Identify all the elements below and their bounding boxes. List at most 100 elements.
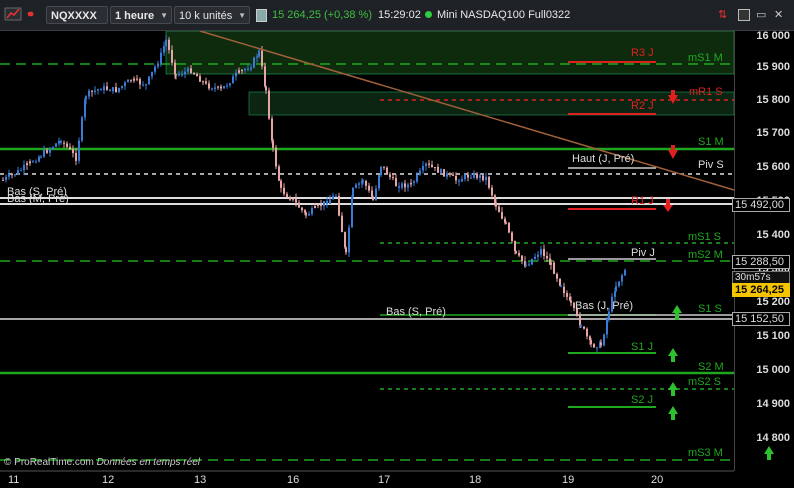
candle-body bbox=[171, 49, 173, 63]
candle-body bbox=[85, 96, 87, 100]
app-menu-icon[interactable] bbox=[4, 6, 24, 24]
candle-body bbox=[154, 66, 156, 72]
price-change: 15 264,25 (+0,38 %) bbox=[272, 9, 372, 21]
candle-body bbox=[559, 278, 561, 286]
candle-body bbox=[380, 166, 382, 176]
candle-body bbox=[127, 79, 129, 83]
candle-body bbox=[464, 174, 466, 179]
candle-body bbox=[335, 195, 337, 197]
close-icon[interactable]: ✕ bbox=[774, 6, 788, 24]
candle-body bbox=[606, 318, 608, 335]
candle-body bbox=[452, 174, 454, 176]
candle-body bbox=[258, 50, 260, 57]
candle-body bbox=[583, 326, 585, 329]
candle-body bbox=[378, 175, 380, 189]
candle-body bbox=[596, 347, 598, 349]
candle-body bbox=[178, 74, 180, 76]
candle-body bbox=[130, 79, 132, 81]
candle-body bbox=[88, 90, 90, 97]
candle-body bbox=[570, 300, 572, 303]
candle-body bbox=[121, 85, 123, 88]
clock-time: 15:29:02 bbox=[378, 9, 421, 21]
timeframe-selector[interactable]: 1 heure ▼ bbox=[110, 6, 172, 24]
chevron-down-icon: ▼ bbox=[160, 11, 168, 20]
candle-body bbox=[52, 146, 54, 149]
candle-body bbox=[386, 167, 388, 175]
green-arrow-icon bbox=[764, 446, 774, 460]
candle-body bbox=[428, 163, 430, 165]
candle-body bbox=[32, 161, 34, 163]
candle-body bbox=[383, 166, 385, 168]
settings-icon[interactable] bbox=[738, 6, 752, 24]
candle-body bbox=[214, 87, 216, 89]
level-label: R1 J bbox=[631, 195, 654, 207]
candle-body bbox=[624, 270, 626, 276]
level-label: Bas (J, Pré) bbox=[575, 300, 634, 312]
candle-body bbox=[220, 86, 222, 89]
candle-body bbox=[272, 140, 274, 148]
candle-body bbox=[261, 50, 263, 67]
candle-body bbox=[148, 76, 150, 85]
candle-body bbox=[250, 67, 252, 70]
level-label: mS1 M bbox=[688, 52, 723, 64]
candle-body bbox=[63, 142, 65, 144]
candle-body bbox=[157, 63, 159, 67]
symbol-label: NQXXXX bbox=[51, 10, 97, 22]
candle-body bbox=[413, 181, 415, 184]
candle-body bbox=[217, 86, 219, 88]
x-tick-label: 13 bbox=[194, 474, 207, 486]
candle-body bbox=[389, 174, 391, 177]
level-label: mR1 S bbox=[689, 86, 723, 98]
candle-body bbox=[621, 275, 623, 282]
price-chart[interactable] bbox=[0, 31, 794, 488]
link-icon[interactable]: ⚭ bbox=[26, 6, 44, 24]
level-label: mS2 M bbox=[688, 249, 723, 261]
candle-body bbox=[401, 183, 403, 188]
candle-body bbox=[593, 344, 595, 348]
current-price-box: 15 264,25 bbox=[732, 283, 790, 297]
y-tick-label: 15 100 bbox=[756, 330, 790, 342]
candle-body bbox=[283, 187, 285, 195]
candle-body bbox=[11, 174, 13, 176]
candle-body bbox=[46, 150, 48, 153]
axis-separator bbox=[734, 31, 735, 471]
candle-body bbox=[511, 232, 513, 242]
units-label: 10 k unités bbox=[179, 10, 233, 22]
candle-body bbox=[94, 90, 96, 92]
candle-body bbox=[238, 70, 240, 73]
candle-body bbox=[43, 150, 45, 157]
level-label: S2 M bbox=[698, 361, 724, 373]
level-label: Bas (M, Pré) bbox=[7, 193, 69, 205]
green-arrow-icon bbox=[668, 406, 678, 420]
symbol-selector[interactable]: NQXXXX bbox=[46, 6, 108, 24]
candle-body bbox=[292, 198, 294, 200]
level-label: S1 M bbox=[698, 136, 724, 148]
level-label: Piv S bbox=[698, 159, 724, 171]
candle-body bbox=[106, 86, 108, 90]
candle-body bbox=[495, 202, 497, 207]
candle-body bbox=[521, 255, 523, 262]
candle-body bbox=[560, 285, 562, 287]
x-tick-label: 12 bbox=[102, 474, 115, 486]
level-label: R3 J bbox=[631, 47, 654, 59]
candle-body bbox=[81, 117, 83, 141]
price-box-r1: 15 492,00 bbox=[732, 198, 790, 212]
candle-body bbox=[365, 181, 367, 186]
units-selector[interactable]: 10 k unités ▼ bbox=[174, 6, 250, 24]
candle-body bbox=[351, 196, 353, 228]
minimize-icon[interactable]: ▭ bbox=[756, 6, 770, 24]
candle-body bbox=[199, 76, 201, 82]
candle-body bbox=[317, 204, 319, 207]
candle-body bbox=[437, 167, 439, 173]
candle-body bbox=[455, 175, 457, 181]
trend-icon[interactable]: ⇅ bbox=[718, 6, 732, 24]
candle-body bbox=[358, 183, 360, 185]
candle-body bbox=[190, 68, 192, 73]
candle-body bbox=[109, 89, 111, 92]
candle-body bbox=[168, 39, 170, 50]
candle-body bbox=[372, 197, 374, 200]
candle-body bbox=[368, 185, 370, 191]
copyright-text: © ProRealTime.com bbox=[4, 457, 94, 468]
info-icon[interactable] bbox=[256, 6, 268, 24]
candle-body bbox=[244, 68, 246, 71]
